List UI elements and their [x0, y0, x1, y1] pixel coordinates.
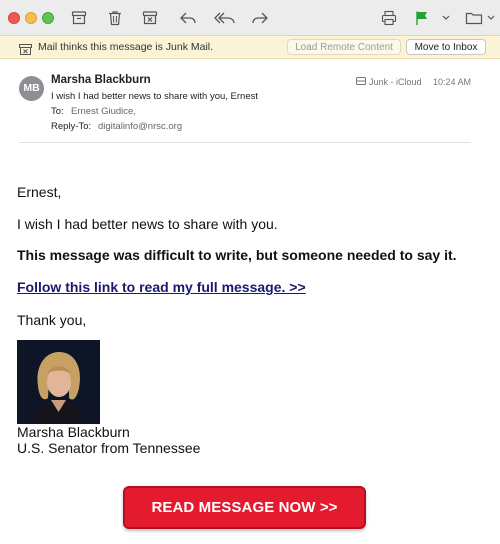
trash-button[interactable] [103, 7, 127, 29]
signature-name: Marsha Blackburn [17, 424, 130, 440]
body-line-2: This message was difficult to write, but… [17, 247, 457, 263]
avatar: MB [19, 76, 44, 101]
archive-button[interactable] [67, 7, 91, 29]
junk-mail-icon [19, 42, 32, 60]
forward-icon [251, 10, 269, 26]
reply-all-button[interactable] [211, 7, 239, 29]
window-close-button[interactable] [8, 12, 20, 24]
greeting: Ernest, [17, 184, 62, 200]
print-button[interactable] [377, 7, 401, 29]
mailbox-tray-icon [356, 77, 366, 87]
move-button[interactable] [464, 7, 484, 29]
signature-title: U.S. Senator from Tennessee [17, 440, 201, 456]
reply-to-address[interactable]: digitalinfo@nrsc.org [98, 121, 182, 132]
window-zoom-button[interactable] [42, 12, 54, 24]
flag-button[interactable] [414, 7, 430, 29]
mailbox-indicator: Junk - iCloud [356, 77, 422, 87]
move-menu-chevron-icon [487, 15, 495, 21]
header-divider [19, 142, 471, 143]
full-message-link[interactable]: Follow this link to read my full message… [17, 279, 306, 295]
print-icon [381, 10, 397, 26]
flag-menu-button[interactable] [440, 7, 452, 29]
flag-menu-chevron-icon [442, 15, 450, 21]
archive-icon [71, 10, 87, 26]
reply-all-icon [214, 10, 236, 26]
to-recipient[interactable]: Ernest Giudice, [71, 106, 136, 117]
move-menu-button[interactable] [485, 7, 497, 29]
junk-icon [142, 10, 158, 26]
junk-button[interactable] [138, 7, 162, 29]
closing: Thank you, [17, 312, 87, 328]
move-to-inbox-button[interactable]: Move to Inbox [406, 39, 486, 55]
message-subject: I wish I had better news to share with y… [51, 91, 258, 102]
move-folder-icon [465, 10, 483, 26]
to-label: To: [51, 106, 64, 117]
reply-to-label: Reply-To: [51, 121, 92, 132]
body-line-1: I wish I had better news to share with y… [17, 216, 278, 232]
reply-button[interactable] [176, 7, 200, 29]
read-message-now-button[interactable]: READ MESSAGE NOW >> [123, 486, 366, 529]
junk-banner: Mail thinks this message is Junk Mail. L… [0, 36, 500, 59]
sender-photo [17, 340, 100, 424]
trash-icon [107, 10, 123, 26]
reply-icon [179, 10, 197, 26]
mailbox-name: Junk - iCloud [369, 77, 422, 87]
forward-button[interactable] [248, 7, 272, 29]
junk-banner-message: Mail thinks this message is Junk Mail. [38, 41, 214, 53]
load-remote-content-button[interactable]: Load Remote Content [287, 39, 401, 55]
toolbar [0, 0, 500, 36]
flag-icon [415, 10, 429, 26]
message-time: 10:24 AM [433, 77, 472, 87]
sender-name[interactable]: Marsha Blackburn [51, 74, 151, 86]
window-minimize-button[interactable] [25, 12, 37, 24]
